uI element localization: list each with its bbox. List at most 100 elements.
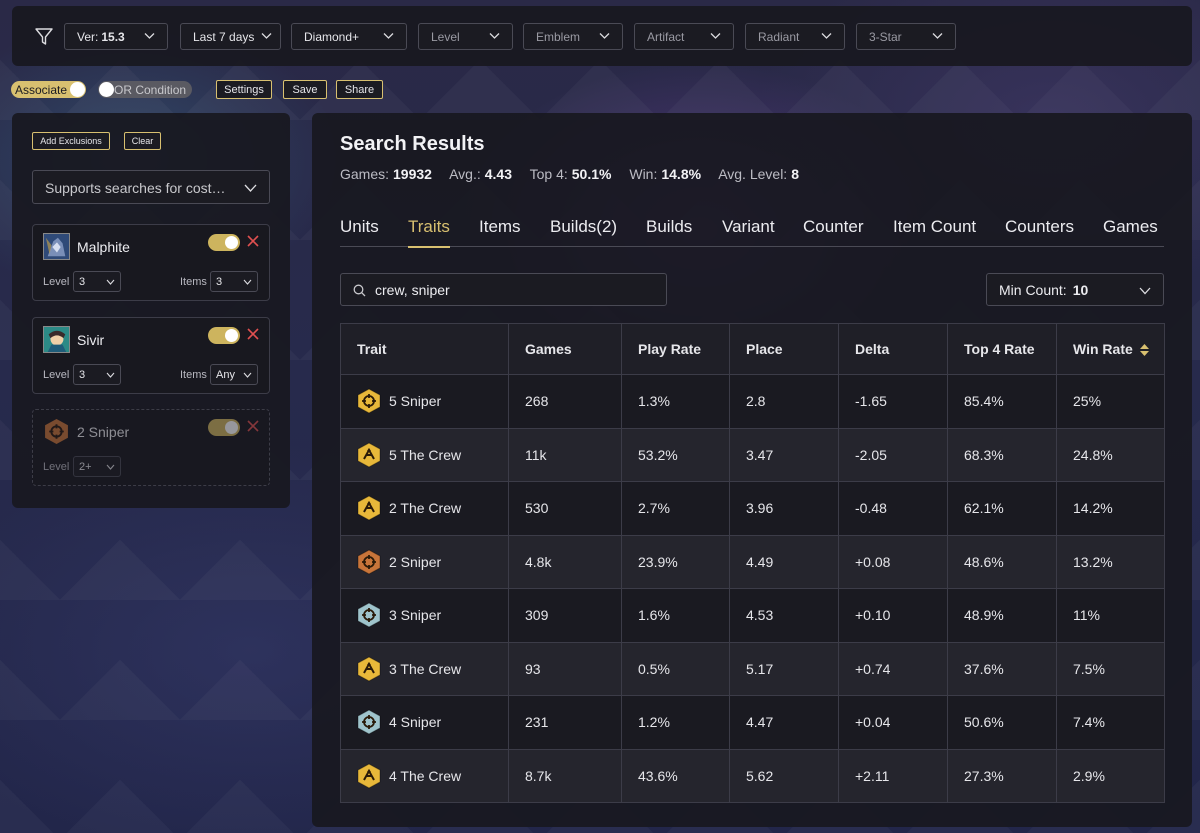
table-row[interactable]: 5 Sniper 268 1.3% 2.8 -1.65 85.4% 25% [340,374,1165,429]
games-value: 19932 [393,166,432,182]
three-star-dropdown[interactable]: 3-Star [856,23,956,50]
close-icon[interactable] [246,327,260,341]
trait-cell-inner: 4 Sniper [357,709,508,735]
trait-name: 3 The Crew [389,660,462,677]
associate-label: Associate [15,82,68,97]
chevron-down-icon [261,33,272,39]
save-button[interactable]: Save [283,80,327,99]
col-header-play-rate[interactable]: Play Rate [621,323,730,375]
cell-place: 2.8 [729,374,839,429]
tab-builds[interactable]: Builds [646,217,692,237]
share-button[interactable]: Share [336,80,383,99]
cell-delta: +0.10 [838,588,948,643]
level-dropdown[interactable]: Level [418,23,513,50]
rank-value: Diamond+ [304,29,360,44]
level-select[interactable]: 3 [73,271,121,292]
tab-games[interactable]: Games [1103,217,1158,237]
sort-icon[interactable] [1139,343,1150,357]
toggle-knob [225,421,238,434]
unit-search-placeholder: Supports searches for cost… [45,180,226,196]
cell-place: 3.47 [729,427,839,482]
or-condition-toggle[interactable]: OR Condition [98,81,192,98]
unit-enable-switch[interactable] [208,327,240,344]
cell-trait: 5 Sniper [340,374,509,429]
cell-win-rate: 24.8% [1056,427,1165,482]
unit-search-select[interactable]: Supports searches for cost… [32,170,270,204]
tab-variant[interactable]: Variant [722,217,775,237]
top4-label: Top 4: [529,166,568,182]
col-header-games[interactable]: Games [508,323,622,375]
col-header-top4-rate[interactable]: Top 4 Rate [947,323,1057,375]
cell-win-rate: 25% [1056,374,1165,429]
sniper-silver-icon [357,709,381,735]
col-header-trait[interactable]: Trait [340,323,509,375]
close-icon[interactable] [246,419,260,433]
sniper-silver-icon [357,602,381,628]
cell-win-rate: 13.2% [1056,534,1165,589]
clear-button[interactable]: Clear [124,132,161,150]
emblem-placeholder: Emblem [536,29,581,44]
table-row[interactable]: 5 The Crew 11k 53.2% 3.47 -2.05 68.3% 24.8% [340,427,1165,482]
items-select[interactable]: Any [210,364,258,385]
avg-level-label: Avg. Level: [718,166,788,182]
min-count-select[interactable]: Min Count: 10 [986,273,1164,306]
level-value: 2+ [79,461,92,473]
cell-top4-rate: 48.6% [947,534,1057,589]
table-row[interactable]: 4 Sniper 231 1.2% 4.47 +0.04 50.6% 7.4% [340,695,1165,750]
chevron-down-icon [243,372,252,378]
period-dropdown[interactable]: Last 7 days [180,23,281,50]
col-header-delta[interactable]: Delta [838,323,948,375]
table-row[interactable]: 3 The Crew 93 0.5% 5.17 +0.74 37.6% 7.5% [340,641,1165,696]
min-count-value: 10 [1072,282,1089,298]
cell-games: 530 [508,481,622,536]
top4-value: 50.1% [571,166,612,182]
emblem-dropdown[interactable]: Emblem [523,23,623,50]
trait-search-input[interactable]: crew, sniper [340,273,667,306]
items-select[interactable]: 3 [210,271,258,292]
table-row[interactable]: 2 The Crew 530 2.7% 3.96 -0.48 62.1% 14.2% [340,481,1165,536]
version-dropdown[interactable]: Ver: 15.3 [64,23,168,50]
rank-dropdown[interactable]: Diamond+ [291,23,407,50]
level-select[interactable]: 2+ [73,456,121,477]
traits-table: Trait Games Play Rate Place Delta Top 4 … [340,323,1165,803]
tab-counter[interactable]: Counter [803,217,863,237]
add-exclusions-button[interactable]: Add Exclusions [32,132,110,150]
tab-traits[interactable]: Traits [408,217,450,248]
version-value: 15.3 [101,29,125,44]
radiant-dropdown[interactable]: Radiant [745,23,845,50]
avg-level-value: 8 [791,166,799,182]
chevron-down-icon [1139,287,1151,295]
level-select[interactable]: 3 [73,364,121,385]
col-header-place[interactable]: Place [729,323,839,375]
chevron-down-icon [821,33,832,39]
cell-play-rate: 2.7% [621,481,730,536]
cell-play-rate: 0.5% [621,641,730,696]
close-icon[interactable] [246,234,260,248]
filter-icon[interactable] [34,26,54,46]
unit-enable-switch[interactable] [208,234,240,251]
tab-units[interactable]: Units [340,217,379,237]
cell-top4-rate: 48.9% [947,588,1057,643]
table-row[interactable]: 2 Sniper 4.8k 23.9% 4.49 +0.08 48.6% 13.2% [340,534,1165,589]
col-header-win-rate-cell[interactable]: Win Rate [1056,323,1165,375]
associate-toggle[interactable]: Associate [11,81,86,98]
tab-builds-2[interactable]: Builds(2) [550,217,617,237]
col-header-win-rate: Win Rate [1073,340,1133,357]
cell-top4-rate: 50.6% [947,695,1057,750]
table-row[interactable]: 3 Sniper 309 1.6% 4.53 +0.10 48.9% 11% [340,588,1165,643]
trait-name: 2 Sniper [389,553,442,570]
artifact-dropdown[interactable]: Artifact [634,23,734,50]
trait-cell-inner: 4 The Crew [357,763,508,789]
table-row[interactable]: 4 The Crew 8.7k 43.6% 5.62 +2.11 27.3% 2.9% [340,748,1165,803]
cell-top4-rate: 27.3% [947,748,1057,803]
tab-items[interactable]: Items [479,217,521,237]
tab-item-count[interactable]: Item Count [893,217,976,237]
chevron-down-icon [243,279,252,285]
settings-button[interactable]: Settings [216,80,272,99]
tab-counters[interactable]: Counters [1005,217,1074,237]
unit-name: Sivir [77,332,105,348]
trait-cell-inner: 2 The Crew [357,495,508,521]
trait-enable-switch[interactable] [208,419,240,436]
cell-win-rate: 2.9% [1056,748,1165,803]
level-label: Level [43,276,70,288]
